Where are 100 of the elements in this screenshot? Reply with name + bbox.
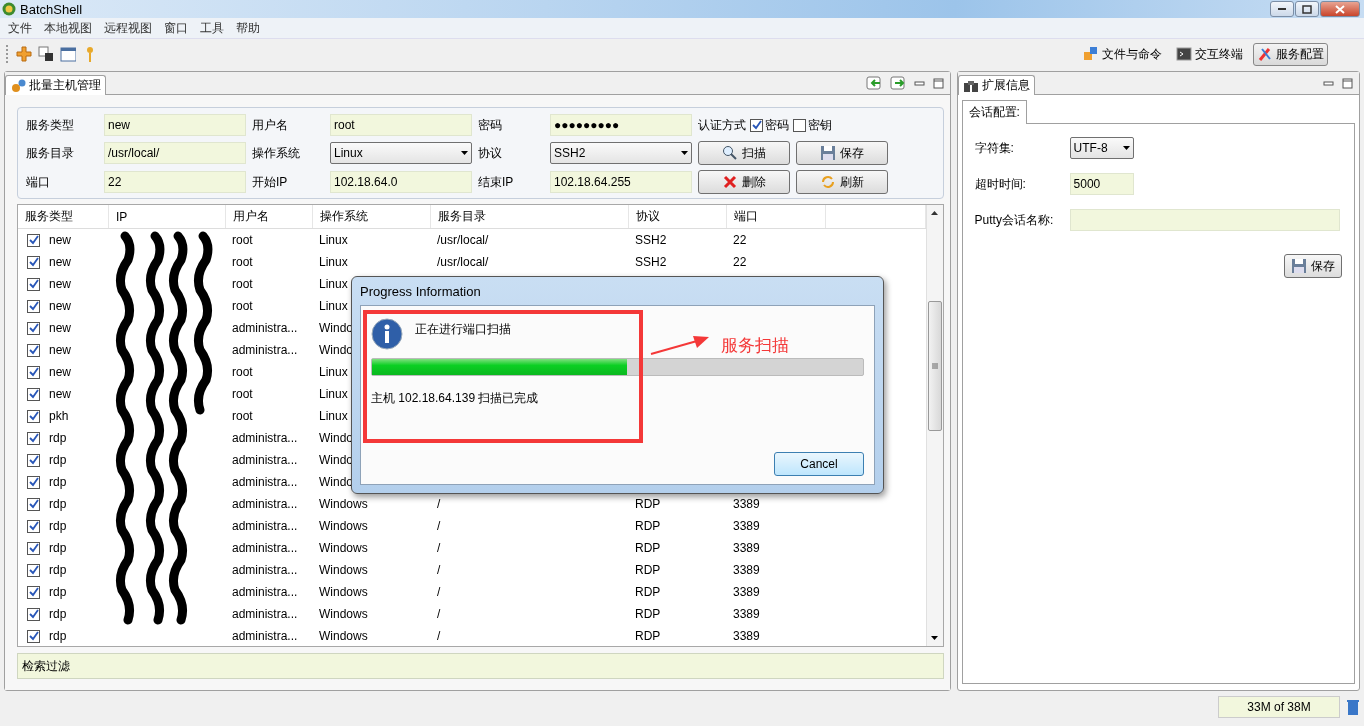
table-cell: rdp: [49, 497, 67, 511]
menu-item[interactable]: 远程视图: [98, 19, 158, 37]
perspective-button[interactable]: 文件与命令: [1079, 42, 1166, 66]
checkbox[interactable]: [27, 563, 40, 577]
checkbox[interactable]: [27, 497, 40, 511]
checkbox[interactable]: [27, 585, 40, 599]
perspective-button[interactable]: 服务配置: [1253, 42, 1328, 66]
checkbox[interactable]: [27, 409, 40, 423]
scrollbar[interactable]: [925, 205, 943, 646]
column-header[interactable]: 用户名: [226, 205, 313, 228]
checkbox-label: 密码: [765, 116, 789, 134]
menu-item[interactable]: 帮助: [230, 19, 266, 37]
column-header[interactable]: 操作系统: [313, 205, 431, 228]
filter-field[interactable]: 检索过滤: [17, 653, 944, 679]
checkbox[interactable]: [27, 607, 40, 621]
dropdown[interactable]: UTF-8: [1069, 137, 1134, 159]
form-button[interactable]: 删除: [698, 170, 790, 194]
table-cell: Windo: [319, 453, 353, 467]
checkbox[interactable]: [27, 233, 40, 247]
form-button[interactable]: 保存: [796, 141, 888, 165]
column-header[interactable]: 服务类型: [18, 205, 109, 228]
input-field[interactable]: 102.18.64.255: [550, 171, 692, 193]
checkbox[interactable]: [27, 475, 40, 489]
maximize-icon[interactable]: [932, 77, 944, 89]
export-left-icon[interactable]: [865, 75, 882, 91]
window-title: BatchShell: [20, 1, 83, 17]
table-cell: rdp: [49, 563, 67, 577]
checkbox[interactable]: [27, 629, 40, 643]
checkbox[interactable]: [793, 118, 806, 132]
input-field[interactable]: [1069, 209, 1340, 231]
input-field[interactable]: /usr/local/: [104, 142, 246, 164]
checkbox[interactable]: [27, 343, 40, 357]
column-header[interactable]: 端口: [727, 205, 826, 228]
dropdown-value: UTF-8: [1073, 141, 1108, 155]
caret-icon: [1122, 146, 1130, 150]
menu-item[interactable]: 窗口: [158, 19, 194, 37]
maximize-button[interactable]: [1295, 1, 1319, 17]
checkbox[interactable]: [27, 365, 40, 379]
check-icon: [751, 120, 762, 130]
subtab[interactable]: 会话配置:: [961, 100, 1027, 124]
terminal-icon: [1176, 46, 1192, 62]
checkbox[interactable]: [27, 387, 40, 401]
checkbox[interactable]: [750, 118, 763, 132]
dropdown[interactable]: Linux: [330, 142, 472, 164]
table-cell: administra...: [232, 431, 298, 445]
table-cell: Windo: [319, 343, 353, 357]
export-right-icon[interactable]: [889, 75, 906, 91]
dropdown[interactable]: SSH2: [550, 142, 692, 164]
checkbox[interactable]: [27, 431, 40, 445]
input-field[interactable]: 102.18.64.0: [330, 171, 472, 193]
table-cell: rdp: [49, 629, 67, 643]
form-button[interactable]: 刷新: [796, 170, 888, 194]
table-cell: /usr/local/: [437, 233, 489, 247]
minimize-button[interactable]: [1270, 1, 1294, 17]
check-icon: [28, 499, 39, 509]
column-header[interactable]: 服务目录: [431, 205, 629, 228]
checkbox[interactable]: [27, 321, 40, 335]
panel-tab[interactable]: 批量主机管理: [5, 75, 106, 95]
cancel-button[interactable]: Cancel: [774, 452, 864, 476]
dropdown-value: SSH2: [554, 146, 586, 160]
menu-item[interactable]: 本地视图: [38, 19, 98, 37]
input-field[interactable]: new: [104, 114, 246, 136]
panel-tab[interactable]: 扩展信息: [957, 75, 1035, 95]
table-cell: SSH2: [635, 255, 667, 269]
table-cell: administra...: [232, 541, 298, 555]
checkbox[interactable]: [27, 519, 40, 533]
menu-item[interactable]: 工具: [194, 19, 230, 37]
checkbox[interactable]: [27, 299, 40, 313]
maximize-icon[interactable]: [1342, 77, 1353, 89]
input-field[interactable]: ●●●●●●●●●: [550, 114, 692, 136]
input-field[interactable]: root: [330, 114, 472, 136]
table-cell: Windo: [319, 321, 353, 335]
table-cell: rdp: [49, 453, 67, 467]
check-icon: [28, 631, 39, 641]
column-header[interactable]: 协议: [629, 205, 727, 228]
save-icon: [820, 145, 836, 161]
table-cell: root: [232, 365, 253, 379]
table-cell: RDP: [635, 629, 661, 643]
input-field[interactable]: 5000: [1069, 173, 1134, 195]
check-icon: [28, 455, 39, 465]
trash-icon[interactable]: [1346, 698, 1360, 716]
checkbox[interactable]: [27, 541, 40, 555]
perspective-button[interactable]: 交互终端: [1172, 42, 1247, 66]
save-button[interactable]: 保存: [1284, 254, 1342, 278]
checkbox[interactable]: [27, 453, 40, 467]
app-logo-icon: [2, 2, 16, 16]
plus-icon[interactable]: [16, 46, 32, 62]
close-button[interactable]: [1320, 1, 1360, 17]
table-cell: root: [232, 409, 253, 423]
column-header[interactable]: IP: [109, 205, 226, 228]
checkbox[interactable]: [27, 277, 40, 291]
input-field[interactable]: 22: [104, 171, 246, 193]
caret-icon: [681, 151, 688, 155]
copy-icon[interactable]: [38, 46, 54, 62]
menu-item[interactable]: 文件: [2, 19, 38, 37]
field-label: 服务目录: [26, 144, 75, 162]
form-button[interactable]: 扫描: [698, 141, 790, 165]
window-icon[interactable]: [60, 46, 76, 62]
checkbox[interactable]: [27, 255, 40, 269]
close-icon: [1335, 4, 1345, 14]
